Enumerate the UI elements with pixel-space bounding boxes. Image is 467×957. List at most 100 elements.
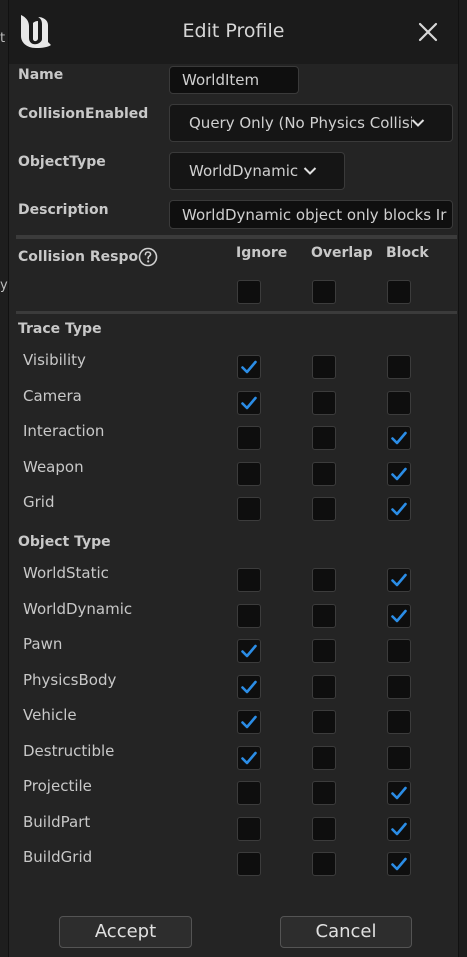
column-block: Block — [386, 245, 429, 261]
block-checkbox[interactable] — [387, 816, 411, 841]
all-overlap-checkbox[interactable] — [312, 280, 336, 304]
overlap-checkbox[interactable] — [312, 461, 336, 486]
response-row-label: Pawn — [23, 635, 63, 653]
ignore-checkbox[interactable] — [237, 781, 261, 805]
checkmark-icon — [391, 431, 407, 445]
name-label: Name — [18, 67, 64, 83]
block-checkbox[interactable] — [387, 390, 411, 415]
overlap-checkbox[interactable] — [312, 426, 336, 450]
response-row-label: Vehicle — [23, 706, 77, 724]
trace-type-header: Trace Type — [18, 321, 102, 337]
ignore-checkbox[interactable] — [237, 852, 261, 876]
ignore-checkbox[interactable] — [237, 355, 261, 379]
overlap-checkbox[interactable] — [312, 852, 336, 876]
checkmark-icon — [241, 360, 257, 374]
description-field[interactable]: WorldDynamic object only blocks Ir — [169, 200, 453, 229]
checkmark-icon — [391, 786, 407, 800]
checkmark-icon — [241, 396, 257, 409]
column-overlap: Overlap — [311, 245, 373, 261]
block-checkbox[interactable] — [387, 639, 411, 663]
overlap-checkbox[interactable] — [312, 639, 336, 663]
background-text: y — [0, 278, 8, 293]
ignore-checkbox[interactable] — [237, 603, 261, 628]
object-type-label: ObjectType — [18, 154, 106, 170]
overlap-checkbox[interactable] — [312, 355, 336, 379]
response-row-label: Weapon — [23, 457, 84, 476]
checkmark-icon — [391, 467, 407, 480]
checkmark-icon — [391, 573, 407, 587]
ignore-checkbox[interactable] — [237, 674, 261, 699]
block-checkbox[interactable] — [387, 461, 411, 486]
ignore-checkbox[interactable] — [237, 745, 261, 770]
collision-responses-label: Collision Respo — [18, 249, 139, 265]
description-label: Description — [18, 202, 109, 218]
block-checkbox[interactable] — [387, 497, 411, 521]
response-row-label: Grid — [23, 493, 55, 511]
all-block-checkbox[interactable] — [387, 280, 411, 304]
block-checkbox[interactable] — [387, 852, 411, 876]
title-bar[interactable]: Edit Profile — [9, 0, 458, 64]
close-icon[interactable] — [417, 21, 439, 43]
block-checkbox[interactable] — [387, 710, 411, 734]
dialog-title: Edit Profile — [182, 20, 285, 42]
ignore-checkbox[interactable] — [237, 816, 261, 841]
overlap-checkbox[interactable] — [312, 710, 336, 734]
response-row-label: BuildGrid — [23, 848, 93, 866]
overlap-checkbox[interactable] — [312, 390, 336, 415]
separator — [16, 311, 457, 314]
block-checkbox[interactable] — [387, 568, 411, 592]
ignore-checkbox[interactable] — [237, 497, 261, 521]
response-row-label: Camera — [23, 386, 82, 405]
ignore-checkbox[interactable] — [237, 461, 261, 486]
ignore-checkbox[interactable] — [237, 568, 261, 592]
response-row-label: Visibility — [23, 351, 86, 369]
overlap-checkbox[interactable] — [312, 603, 336, 628]
checkmark-icon — [391, 857, 407, 871]
ignore-checkbox[interactable] — [237, 710, 261, 734]
block-checkbox[interactable] — [387, 781, 411, 805]
collision-enabled-dropdown[interactable]: Query Only (No Physics Collisi — [169, 104, 453, 142]
block-checkbox[interactable] — [387, 674, 411, 699]
checkmark-icon — [391, 822, 407, 835]
response-row-label: BuildPart — [23, 812, 91, 831]
collision-enabled-value: Query Only (No Physics Collisi — [189, 114, 412, 132]
response-row-label: PhysicsBody — [23, 670, 117, 689]
edit-profile-dialog: Edit Profile Name WorldItem CollisionEna… — [8, 0, 459, 957]
response-row-label: WorldStatic — [23, 564, 109, 582]
accept-button[interactable]: Accept — [59, 916, 192, 948]
help-icon[interactable] — [138, 247, 158, 267]
checkmark-icon — [241, 644, 257, 658]
object-type-value: WorldDynamic — [189, 162, 299, 180]
cancel-button[interactable]: Cancel — [280, 916, 412, 948]
all-ignore-checkbox[interactable] — [237, 280, 261, 304]
object-type-dropdown[interactable]: WorldDynamic — [169, 152, 345, 190]
collision-enabled-label: CollisionEnabled — [18, 106, 149, 122]
block-checkbox[interactable] — [387, 745, 411, 770]
overlap-checkbox[interactable] — [312, 816, 336, 841]
overlap-checkbox[interactable] — [312, 568, 336, 592]
overlap-checkbox[interactable] — [312, 497, 336, 521]
overlap-checkbox[interactable] — [312, 745, 336, 770]
block-checkbox[interactable] — [387, 426, 411, 450]
checkmark-icon — [241, 680, 257, 693]
checkmark-icon — [391, 609, 407, 622]
response-row-label: WorldDynamic — [23, 599, 133, 618]
checkmark-icon — [241, 751, 257, 764]
chevron-down-icon — [303, 167, 317, 175]
object-type-header: Object Type — [18, 534, 111, 550]
chevron-down-icon — [411, 119, 425, 127]
response-row-label: Destructible — [23, 741, 115, 760]
ignore-checkbox[interactable] — [237, 426, 261, 450]
block-checkbox[interactable] — [387, 355, 411, 379]
description-value: WorldDynamic object only blocks Ir — [182, 205, 447, 224]
response-row-label: Projectile — [23, 777, 92, 795]
column-ignore: Ignore — [236, 245, 288, 261]
response-row-label: Interaction — [23, 422, 105, 440]
block-checkbox[interactable] — [387, 603, 411, 628]
overlap-checkbox[interactable] — [312, 781, 336, 805]
name-field[interactable]: WorldItem — [169, 66, 299, 94]
ignore-checkbox[interactable] — [237, 639, 261, 663]
ignore-checkbox[interactable] — [237, 390, 261, 415]
background-text: t — [0, 31, 6, 46]
overlap-checkbox[interactable] — [312, 674, 336, 699]
